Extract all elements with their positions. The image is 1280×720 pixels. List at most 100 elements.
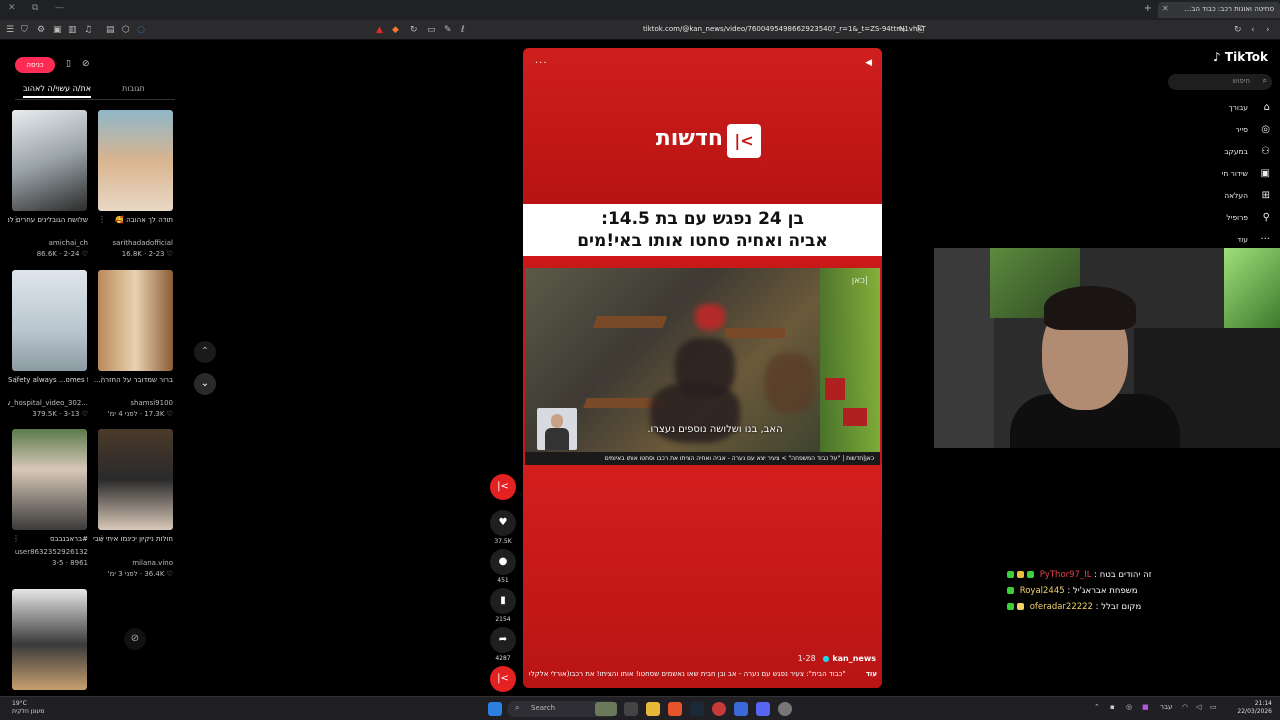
volume-icon[interactable]: ◀ [865,58,872,68]
blurred-person [695,304,725,330]
nav-profile[interactable]: פרופיל ⚲ [1160,212,1280,226]
video-author[interactable]: milana.vino [93,558,173,568]
refresh-icon[interactable]: ↻ [410,24,418,36]
tray-app-icon[interactable]: ▪ [1110,703,1115,711]
file-explorer-icon[interactable] [646,702,660,716]
video-thumbnail[interactable] [12,110,87,211]
forward-icon[interactable]: › [1266,24,1270,36]
chat-text: מקום זבלל [1101,602,1142,612]
nav-following[interactable]: במעקב ⚇ [1160,146,1280,160]
chat-username[interactable]: PyThor97_IL [1040,570,1092,580]
video-player[interactable]: |< חדשות ··· ◀ בן 24 נפגש עם בת 14.5: אב… [523,48,882,688]
music-icon[interactable]: ♫ [84,24,92,36]
brave-browser-icon[interactable] [668,702,682,716]
bookmark-icon[interactable]: ⎘ [917,24,924,36]
alert-icon[interactable]: ▲ [376,24,383,36]
steam-icon[interactable] [690,702,704,716]
menu-icon[interactable]: ☰ [6,24,14,36]
video-thumbnail[interactable] [98,429,173,530]
keyboard-language[interactable]: עבר [1160,703,1172,711]
picnic-table [725,328,785,338]
wifi-icon[interactable]: ◠ [1182,703,1188,711]
nav-label: שידור חי [1221,169,1248,178]
video-author[interactable]: amichai_ch [8,238,88,248]
sound-avatar[interactable]: |< [490,666,516,692]
obs-icon[interactable] [712,702,726,716]
nav-upload[interactable]: העלאה ⊞ [1160,190,1280,204]
video-more-icon[interactable]: ··· [535,58,548,69]
video-thumbnail[interactable] [98,110,173,211]
video-author-name[interactable]: kan_news [832,654,876,663]
edit-icon[interactable]: ✎ [444,24,452,36]
minimize-window-icon[interactable]: — [55,3,64,13]
reload-icon[interactable]: ↻ [1234,24,1242,36]
screen-icon[interactable]: ▭ [427,24,436,36]
tab-comments[interactable]: תגובות [122,84,145,93]
wave-icon[interactable]: ◌ [137,24,145,36]
chat-username[interactable]: oferadar22222 [1030,602,1093,612]
creator-avatar[interactable]: |< [490,474,516,500]
tray-app-icon[interactable]: ◎ [1126,703,1132,711]
windows-start-icon[interactable] [488,702,502,716]
video-author[interactable]: shamsi9100 [93,398,173,408]
tiktok-logo[interactable]: ♪ TikTok [1213,50,1268,64]
battery-icon[interactable]: ▭ [1210,703,1217,711]
window-icon[interactable]: ▣ [53,24,62,36]
nav-live[interactable]: שידור חי ▣ [1160,168,1280,182]
taskbar-search-label: Search [531,704,556,712]
task-view-icon[interactable] [624,702,638,716]
video-author[interactable]: ...tv_hospital_video_302 [8,398,88,408]
bookmark-save-icon[interactable]: ▮ [490,588,516,614]
more-link[interactable]: עוד [866,670,877,678]
settings-icon[interactable]: ⚙ [37,24,45,36]
nav-for-you[interactable]: עבורך ⌂ [1160,102,1280,116]
share-page-icon[interactable]: ⇋ [898,24,906,36]
video-author[interactable]: user8632352926132 [8,547,88,557]
back-icon[interactable]: ‹ [1251,24,1255,36]
weather-widget[interactable]: 19°C מעונן חלקית [12,700,44,716]
video-thumbnail[interactable] [12,589,87,690]
comment-icon[interactable]: ● [490,549,516,575]
compass-small-icon[interactable]: ⊘ [82,59,90,69]
discord-icon[interactable] [756,702,770,716]
tray-app-icon[interactable]: ■ [1142,703,1149,711]
system-clock[interactable]: 21:14 22/03/2026 [1237,700,1272,716]
nav-label: עוד [1237,235,1248,244]
video-thumbnail[interactable] [12,270,87,371]
tray-chevron-icon[interactable]: ⌃ [1094,703,1100,711]
brave-icon[interactable]: ◆ [392,24,399,36]
sidebar-icon[interactable]: ▥ [68,24,77,36]
volume-tray-icon[interactable]: ◁ [1196,703,1201,711]
address-bar[interactable]: tiktok.com/@kan_news/video/7600495498662… [643,25,926,33]
tag-icon[interactable]: ℓ [461,24,465,36]
windows-taskbar: 19°C מעונן חלקית ⌕ Search ⌃ ▪ ◎ ■ עבר ◠ … [0,696,1280,720]
video-caption: שלושת הגובלינים עחרים לנסיכה לעשו... [8,216,88,224]
next-video-button[interactable]: ⌄ [194,373,216,395]
close-window-icon[interactable]: ✕ [8,3,16,13]
like-icon[interactable]: ♥ [490,510,516,536]
close-tab-icon[interactable]: ✕ [1162,4,1169,13]
settings-app-icon[interactable] [778,702,792,716]
login-button[interactable]: כניסה [15,57,55,73]
hide-icon[interactable]: ⊘ [124,628,146,650]
search-input[interactable]: חיפוש ⌕ [1168,74,1272,90]
weather-desc: מעונן חלקית [12,708,45,715]
video-thumbnail[interactable] [98,270,173,371]
tab-you-may-like[interactable]: את/ה עשוי/ה לאהוב [23,84,92,98]
nav-more[interactable]: עוד ··· [1160,234,1280,248]
video-thumbnail[interactable] [12,429,87,530]
share-icon[interactable]: ➦ [490,627,516,653]
new-tab-icon[interactable]: + [1144,3,1152,14]
widget-icon[interactable] [595,702,617,716]
chat-username[interactable]: Royal2445 [1020,586,1065,596]
extension-icon[interactable]: ⬡ [122,24,130,36]
nav-explore[interactable]: סייר ◎ [1160,124,1280,138]
previous-video-button[interactable]: ⌃ [194,341,216,363]
app-icon[interactable] [734,702,748,716]
video-author[interactable]: sarithadadofficial [93,238,173,248]
phone-icon[interactable]: ▯ [66,59,71,69]
restore-window-icon[interactable]: ⧉ [32,3,38,13]
tabs-icon[interactable]: ▤ [106,24,115,36]
browser-tab[interactable]: ✕ סחיטה ואונות רכב: כבוד הב... [1158,2,1280,18]
shield-icon[interactable]: ⛉ [21,24,28,36]
